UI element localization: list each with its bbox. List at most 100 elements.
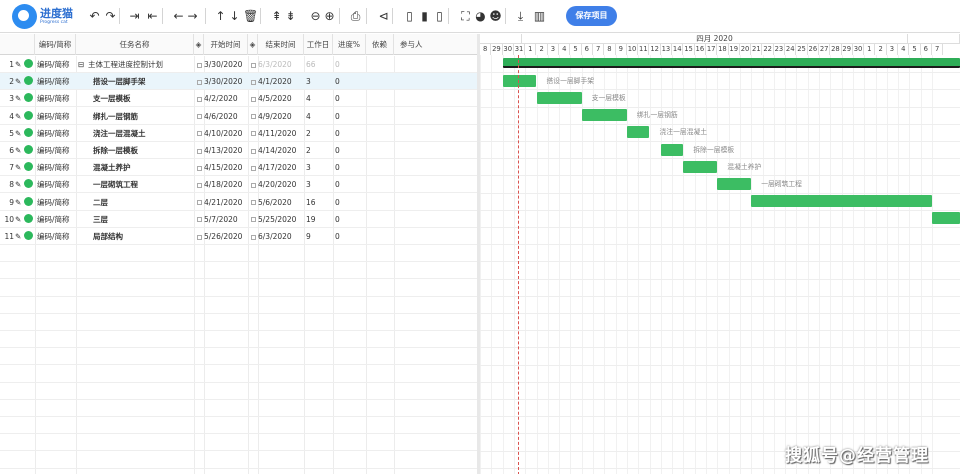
- move-down-icon[interactable]: ↓: [228, 8, 241, 24]
- edit-icon[interactable]: ✎: [15, 211, 23, 228]
- calendar-icon[interactable]: [197, 148, 202, 154]
- progress-column-header[interactable]: 进度%: [333, 34, 366, 55]
- code-column-header[interactable]: 编码/简称: [35, 34, 76, 55]
- depend-column-header[interactable]: 依赖: [366, 34, 394, 55]
- calendar-icon[interactable]: [197, 114, 202, 120]
- collapse-icon[interactable]: ⇟: [284, 8, 297, 24]
- edit-icon[interactable]: ✎: [15, 176, 23, 193]
- indent-icon[interactable]: ⇥: [128, 8, 141, 24]
- task-bar[interactable]: [502, 74, 537, 87]
- task-workdays: 16: [306, 194, 332, 211]
- task-bar[interactable]: [660, 143, 684, 156]
- calendar-icon[interactable]: [251, 234, 256, 240]
- table-row[interactable]: 4 ✎ 编码/简称 绑扎一层钢筋 4/6/2020 4/9/2020 4 0: [0, 108, 478, 125]
- outdent-icon[interactable]: ⇤: [146, 8, 159, 24]
- edit-icon[interactable]: ✎: [15, 228, 23, 245]
- task-end-text: 4/5/2020: [258, 94, 292, 104]
- edit-icon[interactable]: ✎: [15, 194, 23, 211]
- task-name: 主体工程进度控制计划: [88, 56, 192, 73]
- day-gridline: [819, 55, 820, 474]
- gantt-row-line: [480, 330, 960, 332]
- calendar-icon[interactable]: [197, 62, 202, 68]
- edit-icon[interactable]: ✎: [15, 125, 23, 142]
- arrow-left-right-2-icon[interactable]: →: [186, 8, 199, 24]
- undo-icon[interactable]: ↶: [88, 8, 101, 24]
- table-row[interactable]: 9 ✎ 编码/简称 二层 4/21/2020 5/6/2020 16 0: [0, 194, 478, 211]
- calendar-icon[interactable]: [251, 182, 256, 188]
- move-up-icon[interactable]: ↑: [214, 8, 227, 24]
- end-column-toggle-icon[interactable]: ◈: [248, 34, 258, 55]
- workdays-column-header[interactable]: 工作日: [304, 34, 333, 55]
- task-bar[interactable]: [536, 91, 582, 104]
- task-bar[interactable]: [717, 177, 752, 190]
- gantt-row-line: [480, 399, 960, 400]
- table-row[interactable]: 8 ✎ 编码/简称 一层砌筑工程 4/18/2020 4/20/2020 3 0: [0, 176, 478, 194]
- layout-right-icon[interactable]: ▯: [433, 8, 446, 24]
- day-gridline: [570, 55, 572, 474]
- start-column-toggle-icon[interactable]: ◈: [194, 34, 204, 55]
- row-number-text: 8: [9, 180, 14, 190]
- calendar-icon[interactable]: [251, 79, 256, 85]
- calendar-icon[interactable]: [251, 96, 256, 102]
- calendar-icon[interactable]: [251, 200, 256, 206]
- calendar-icon[interactable]: [251, 62, 256, 68]
- calendar-icon[interactable]: [197, 234, 202, 240]
- calendar-icon[interactable]: [251, 165, 256, 171]
- table-row[interactable]: 7 ✎ 编码/简称 混凝土养护 4/15/2020 4/17/2020 3 0: [0, 159, 478, 177]
- arrow-left-right-icon[interactable]: ←: [172, 8, 185, 24]
- name-column-header[interactable]: 任务名称: [76, 34, 194, 55]
- link-icon[interactable]: ⊲: [377, 8, 390, 24]
- task-start: 4/6/2020: [197, 108, 247, 125]
- redo-icon[interactable]: ↷: [104, 8, 117, 24]
- users-icon[interactable]: ☻: [489, 8, 502, 24]
- layout-left-icon[interactable]: ▯: [403, 8, 416, 24]
- edit-icon[interactable]: ✎: [15, 142, 23, 159]
- task-bar[interactable]: [683, 160, 718, 173]
- summary-task-bar[interactable]: [502, 57, 960, 68]
- task-bar[interactable]: [751, 195, 932, 208]
- book-icon[interactable]: ▥: [533, 8, 546, 24]
- layout-split-icon[interactable]: ▮: [418, 8, 431, 24]
- calendar-icon[interactable]: [251, 131, 256, 137]
- expand-icon[interactable]: ⇞: [270, 8, 283, 24]
- calendar-icon[interactable]: [197, 131, 202, 137]
- print-icon[interactable]: ⎙: [349, 8, 362, 24]
- table-row[interactable]: 5 ✎ 编码/简称 浇注一层混凝土 4/10/2020 4/11/2020 2 0: [0, 125, 478, 142]
- delete-icon[interactable]: 🗑: [243, 8, 258, 24]
- end-column-header[interactable]: 结束时间: [258, 34, 304, 55]
- palette-icon[interactable]: ◕: [474, 8, 487, 24]
- calendar-icon[interactable]: [197, 200, 202, 206]
- calendar-icon[interactable]: [197, 217, 202, 223]
- edit-icon[interactable]: ✎: [15, 73, 23, 90]
- zoom-out-icon[interactable]: ⊖: [309, 8, 322, 24]
- task-bar[interactable]: [581, 109, 627, 122]
- calendar-icon[interactable]: [251, 148, 256, 154]
- edit-icon[interactable]: ✎: [15, 90, 23, 107]
- task-bar[interactable]: [932, 212, 960, 225]
- calendar-icon[interactable]: [197, 79, 202, 85]
- calendar-icon[interactable]: [197, 96, 202, 102]
- collapse-toggle-icon[interactable]: ⊟: [78, 56, 87, 73]
- fullscreen-icon[interactable]: ⛶: [459, 8, 472, 24]
- calendar-icon[interactable]: [197, 182, 202, 188]
- table-row[interactable]: 6 ✎ 编码/简称 拆除一层模板 4/13/2020 4/14/2020 2 0: [0, 142, 478, 159]
- task-bar[interactable]: [626, 126, 650, 139]
- calendar-icon[interactable]: [197, 165, 202, 171]
- calendar-icon[interactable]: [251, 114, 256, 120]
- edit-icon[interactable]: ✎: [15, 56, 23, 73]
- table-row[interactable]: 3 ✎ 编码/简称 支一层模板 4/2/2020 4/5/2020 4 0: [0, 90, 478, 108]
- edit-icon[interactable]: ✎: [15, 159, 23, 176]
- table-row[interactable]: 11 ✎ 编码/简称 局部结构 5/26/2020 6/3/2020 9 0: [0, 228, 478, 245]
- start-column-header[interactable]: 开始时间: [204, 34, 248, 55]
- save-project-button[interactable]: 保存项目: [566, 6, 617, 26]
- calendar-icon[interactable]: [251, 217, 256, 223]
- members-column-header[interactable]: 参与人: [394, 34, 478, 55]
- table-row[interactable]: 10 ✎ 编码/简称 三层 5/7/2020 5/25/2020 19 0: [0, 211, 478, 228]
- edit-icon[interactable]: ✎: [15, 108, 23, 125]
- table-row[interactable]: ⊟ 1 ✎ 编码/简称 主体工程进度控制计划 3/30/2020 6/3/2020 66 0: [0, 56, 478, 73]
- export-icon[interactable]: ⤓: [514, 8, 527, 24]
- zoom-in-icon[interactable]: ⊕: [323, 8, 336, 24]
- day-tick-label: 21: [752, 44, 763, 55]
- table-row[interactable]: 2 ✎ 编码/简称 搭设一层脚手架 3/30/2020 4/1/2020 3 0: [0, 73, 478, 91]
- day-tick-label: 9: [616, 44, 627, 55]
